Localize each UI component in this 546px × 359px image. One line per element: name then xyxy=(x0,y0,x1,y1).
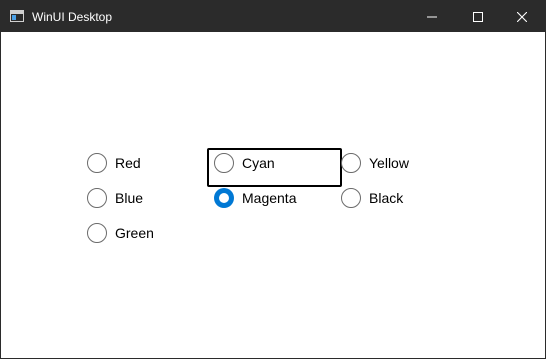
close-button[interactable] xyxy=(499,1,545,32)
maximize-icon xyxy=(473,11,483,22)
app-window: WinUI Desktop Red Cyan Yellow Blue Magen… xyxy=(0,0,546,359)
radio-magenta[interactable]: Magenta xyxy=(214,180,296,215)
window-title: WinUI Desktop xyxy=(32,10,113,24)
radio-green[interactable]: Green xyxy=(87,215,154,250)
radio-circle-icon xyxy=(87,222,107,243)
radio-label: Blue xyxy=(115,189,144,206)
minimize-icon xyxy=(427,16,437,17)
radio-blue[interactable]: Blue xyxy=(87,180,143,215)
title-bar[interactable]: WinUI Desktop xyxy=(1,1,545,32)
app-window-icon xyxy=(10,10,24,22)
maximize-button[interactable] xyxy=(455,1,501,32)
radio-red[interactable]: Red xyxy=(87,145,141,180)
radio-circle-icon xyxy=(341,187,361,208)
radio-circle-icon xyxy=(87,152,107,173)
radio-label: Magenta xyxy=(242,189,297,206)
radio-label: Red xyxy=(115,154,141,171)
radio-label: Black xyxy=(369,189,404,206)
radio-label: Cyan xyxy=(242,154,275,171)
radio-circle-icon xyxy=(87,187,107,208)
radio-black[interactable]: Black xyxy=(341,180,403,215)
radio-yellow[interactable]: Yellow xyxy=(341,145,409,180)
radio-label: Green xyxy=(115,224,154,241)
radio-label: Yellow xyxy=(369,154,409,171)
radio-cyan[interactable]: Cyan xyxy=(214,145,275,180)
minimize-button[interactable] xyxy=(409,1,455,32)
radio-checked-icon xyxy=(214,187,234,208)
radio-circle-icon xyxy=(341,152,361,173)
close-icon xyxy=(517,11,527,22)
radio-circle-icon xyxy=(214,152,234,173)
